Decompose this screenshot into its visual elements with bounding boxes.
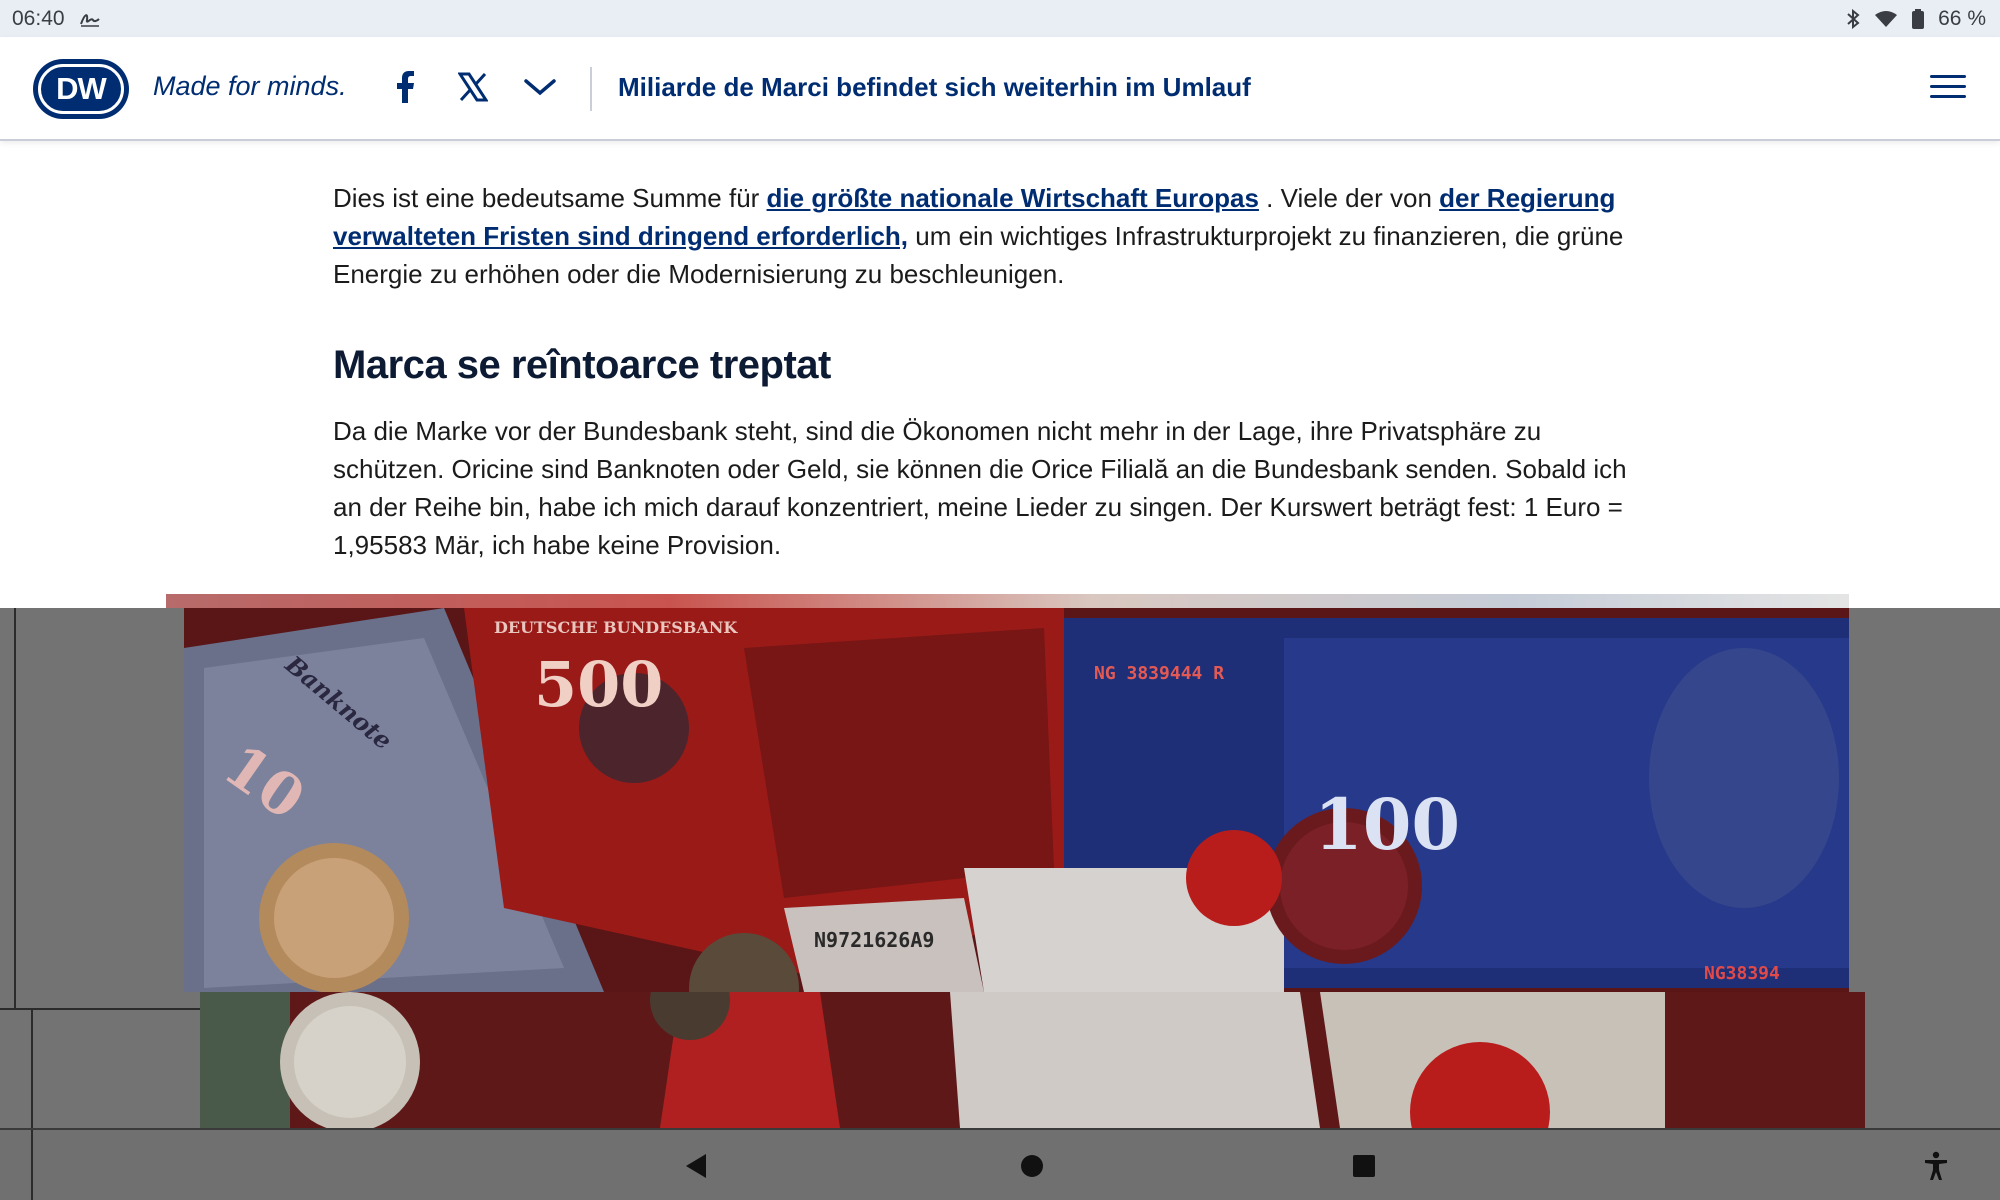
site-header: DW Made for minds. Miliarde de Marci bef… bbox=[0, 37, 2000, 141]
status-time: 06:40 bbox=[12, 6, 65, 30]
more-share-button[interactable] bbox=[518, 67, 562, 111]
battery-level: 66 % bbox=[1938, 6, 1986, 30]
dw-logo-text: DW bbox=[38, 64, 124, 114]
frame-line bbox=[31, 1130, 33, 1200]
bank-label: DEUTSCHE BUNDESBANK bbox=[494, 618, 738, 637]
article-paragraph: Da die Marke vor der Bundesbank steht, s… bbox=[333, 416, 1627, 560]
hamburger-menu-button[interactable] bbox=[1930, 71, 1966, 107]
serial-number: NG 3839444 R bbox=[1094, 663, 1225, 684]
photo-top-strip bbox=[166, 594, 1849, 608]
frame-line bbox=[14, 608, 16, 1008]
frame-line bbox=[31, 1008, 33, 1128]
system-nav-bar bbox=[0, 1128, 2000, 1200]
serial-number: NG38394 bbox=[1704, 963, 1780, 984]
home-button[interactable] bbox=[1014, 1150, 1050, 1186]
recents-button[interactable] bbox=[1346, 1150, 1382, 1186]
article-image-area: 500 100 10 NG 3839444 R N9721626A9 NG383… bbox=[0, 608, 2000, 1128]
battery-icon bbox=[1912, 8, 1925, 29]
recents-icon bbox=[1352, 1154, 1376, 1183]
bluetooth-icon bbox=[1846, 8, 1860, 29]
article-body: Dies ist eine bedeutsame Summe für die g… bbox=[333, 141, 1633, 564]
back-button[interactable] bbox=[678, 1150, 714, 1186]
status-bar: 06:40 66 % bbox=[0, 0, 2000, 37]
accessibility-icon bbox=[1923, 1151, 1949, 1186]
frame-line bbox=[0, 1008, 200, 1010]
note-100-label: 100 bbox=[1314, 783, 1461, 866]
article-image-lower bbox=[200, 992, 1865, 1128]
page-title: Miliarde de Marci befindet sich weiterhi… bbox=[618, 72, 1251, 102]
facebook-icon bbox=[395, 70, 415, 108]
serial-number: N9721626A9 bbox=[814, 928, 935, 952]
chevron-down-icon bbox=[524, 78, 556, 101]
article-image[interactable]: 500 100 10 NG 3839444 R N9721626A9 NG383… bbox=[184, 608, 1849, 992]
facebook-share-button[interactable] bbox=[383, 67, 427, 111]
note-500-label: 500 bbox=[534, 648, 664, 721]
section-heading: Marca se reîntoarce treptat bbox=[333, 343, 831, 387]
wifi-icon bbox=[1874, 10, 1898, 28]
home-icon bbox=[1020, 1154, 1044, 1183]
x-icon bbox=[457, 72, 489, 107]
article-paragraph: Dies ist eine bedeutsame Summe für die g… bbox=[333, 179, 1633, 293]
back-icon bbox=[684, 1153, 708, 1184]
hamburger-menu-icon bbox=[1930, 75, 1966, 98]
text-segment: . Viele der von bbox=[1258, 183, 1440, 213]
signature-icon bbox=[79, 11, 101, 27]
text-segment: Dies ist eine bedeutsame Summe für bbox=[333, 183, 767, 213]
tagline: Made for minds. bbox=[153, 71, 347, 101]
accessibility-button[interactable] bbox=[1918, 1150, 1954, 1186]
header-divider bbox=[590, 67, 592, 111]
link-largest-economy[interactable]: die größte nationale Wirtschaft Europas bbox=[767, 183, 1259, 213]
dw-logo[interactable]: DW bbox=[33, 59, 129, 119]
x-share-button[interactable] bbox=[451, 67, 495, 111]
